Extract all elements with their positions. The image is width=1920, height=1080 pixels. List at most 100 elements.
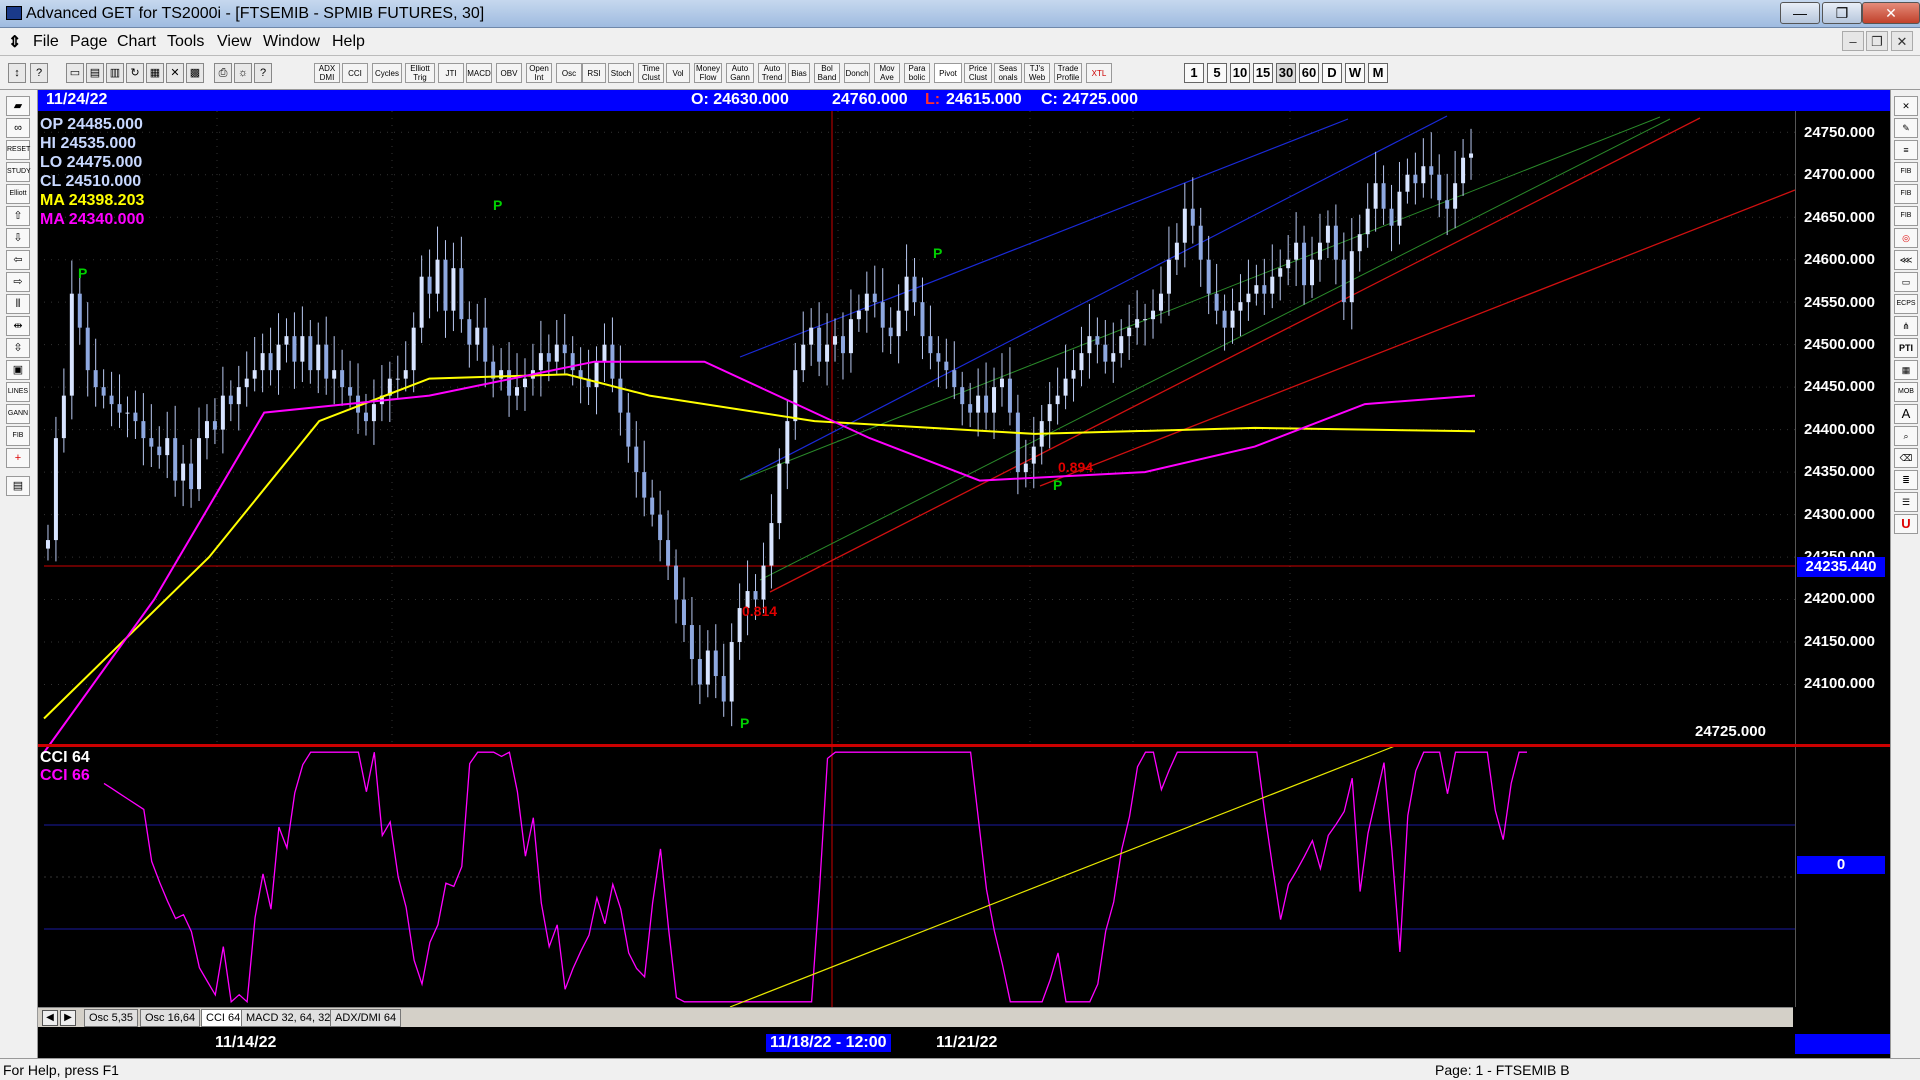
candle-body — [1206, 259, 1211, 294]
date-label-3: 11/21/22 — [936, 1034, 998, 1051]
readout-open: OP 24485.000 — [40, 116, 143, 133]
candle-body — [1254, 285, 1259, 294]
candle-body — [1405, 174, 1410, 192]
trend-line-blue — [739, 115, 1448, 481]
candle-body — [332, 370, 337, 379]
trend-line-green — [759, 118, 1671, 581]
candle-body — [340, 370, 345, 388]
tab-cci-64[interactable]: CCI 64 — [201, 1009, 246, 1027]
tab-scroll-left-icon[interactable]: ◀ — [42, 1010, 58, 1026]
cci-subtitle: CCI 66 — [40, 767, 90, 784]
candle-body — [976, 395, 981, 413]
candle-body — [1222, 310, 1227, 328]
candle-body — [61, 395, 66, 439]
status-help: For Help, press F1 — [3, 1062, 119, 1078]
candle-body — [1063, 378, 1068, 396]
tab-adx-dmi[interactable]: ADX/DMI 64 — [330, 1009, 402, 1027]
candle-body — [880, 302, 885, 328]
candle-body — [1174, 242, 1179, 260]
candle-body — [77, 293, 82, 328]
candle-body — [1055, 395, 1060, 405]
tab-osc-5-35[interactable]: Osc 5,35 — [84, 1009, 139, 1027]
candle-body — [681, 599, 686, 626]
candle-body — [236, 387, 241, 405]
fib-ratio-label: 0.814 — [742, 603, 777, 619]
candle-body — [451, 268, 456, 311]
candle-body — [1246, 293, 1251, 303]
cci-trend-line — [729, 745, 1396, 1008]
candle-body — [960, 387, 965, 405]
candle-body — [157, 446, 162, 456]
candle-body — [324, 344, 329, 379]
candle-body — [904, 276, 909, 311]
cci-zero-marker: 0 — [1797, 856, 1885, 874]
price-axis-label: 24400.000 — [1804, 420, 1875, 438]
moving-average-yellow — [43, 373, 1476, 720]
candle-body — [618, 378, 623, 413]
candle-body — [952, 370, 957, 388]
candle-body — [785, 421, 790, 464]
price-axis-label: 24150.000 — [1804, 632, 1875, 650]
candle-body — [840, 336, 845, 354]
price-axis-label: 24200.000 — [1804, 590, 1875, 608]
candle-body — [896, 310, 901, 337]
status-bar: For Help, press F1 Page: 1 - FTSEMIB B — [0, 1058, 1920, 1080]
candle-body — [1135, 319, 1140, 328]
candle-body — [173, 438, 178, 481]
chart-canvas[interactable]: P P P P P 0.814 0.894 — [0, 0, 1920, 1080]
candle-body — [109, 395, 114, 405]
candle-body — [93, 370, 98, 388]
candle-body — [705, 650, 710, 685]
candle-body — [992, 387, 997, 413]
candle-body — [1119, 336, 1124, 354]
price-axis-label: 24600.000 — [1804, 251, 1875, 269]
candle-body — [363, 412, 368, 422]
candle-body — [85, 327, 90, 371]
candle-body — [475, 327, 480, 345]
candle-body — [729, 642, 734, 702]
candle-body — [920, 302, 925, 337]
candle-body — [117, 404, 122, 413]
candle-body — [801, 344, 806, 371]
candle-body — [1166, 259, 1171, 294]
panel-divider[interactable] — [38, 744, 1890, 747]
date-axis[interactable]: 11/14/22 11/18/22 - 12:00 11/21/22 — [38, 1032, 1793, 1054]
candle-body — [101, 387, 106, 396]
candle-body — [212, 421, 217, 430]
candle-body — [507, 370, 512, 396]
candle-body — [292, 336, 297, 362]
candle-body — [427, 276, 432, 294]
candle-body — [1015, 412, 1020, 473]
candle-body — [1095, 336, 1100, 345]
candle-body — [316, 344, 321, 371]
candle-body — [308, 336, 313, 371]
candle-body — [276, 344, 281, 371]
candle-body — [538, 353, 543, 371]
candle-body — [833, 336, 838, 345]
candle-body — [53, 438, 58, 541]
candle-body — [777, 463, 782, 524]
tab-scroll-right-icon[interactable]: ▶ — [60, 1010, 76, 1026]
candle-body — [1461, 157, 1466, 184]
candle-body — [435, 259, 440, 294]
candle-body — [1071, 370, 1076, 379]
candle-body — [371, 404, 376, 422]
candle-body — [1158, 293, 1163, 311]
candle-body — [260, 353, 265, 371]
candle-body — [467, 319, 472, 345]
candle-body — [793, 370, 798, 422]
candle-body — [1238, 302, 1243, 311]
candle-body — [809, 327, 814, 345]
tab-macd[interactable]: MACD 32, 64, 32 — [241, 1009, 336, 1027]
candle-body — [1302, 242, 1307, 286]
candle-body — [1143, 319, 1148, 321]
candle-body — [1230, 310, 1235, 328]
status-page: Page: 1 - FTSEMIB B — [1435, 1062, 1570, 1078]
candle-body — [1031, 446, 1036, 464]
candle-body — [1429, 166, 1434, 175]
candle-body — [522, 378, 527, 388]
candle-body — [658, 514, 663, 541]
tab-osc-16-64[interactable]: Osc 16,64 — [140, 1009, 201, 1027]
candle-body — [1103, 344, 1108, 362]
candle-body — [1325, 225, 1330, 243]
